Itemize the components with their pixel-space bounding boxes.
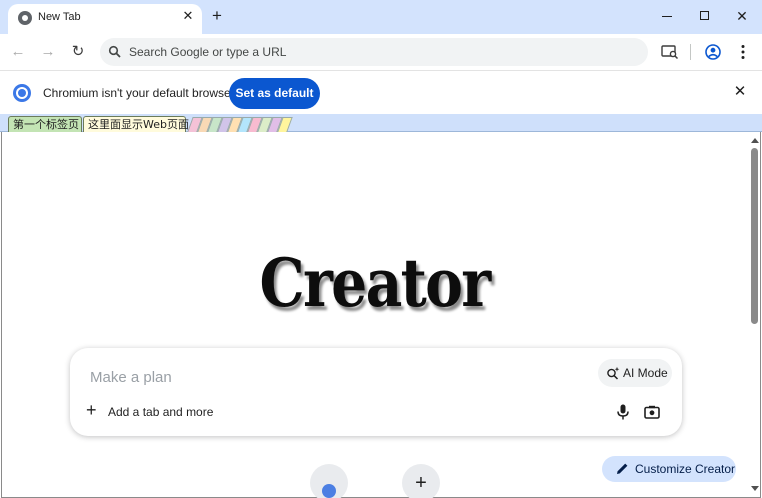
tab-new-tab[interactable]: New Tab ✕ <box>8 4 202 34</box>
toolbar-separator <box>690 44 691 60</box>
maximize-button[interactable] <box>692 5 718 27</box>
microphone-icon[interactable] <box>616 404 630 420</box>
profile-icon[interactable] <box>703 42 723 62</box>
forward-button[interactable]: → <box>38 42 58 62</box>
scrollbar[interactable] <box>748 132 761 498</box>
omnibox-placeholder: Search Google or type a URL <box>129 45 287 59</box>
minimize-button[interactable] <box>654 5 680 27</box>
pencil-icon <box>617 463 628 474</box>
shortcut-tile[interactable] <box>310 464 348 498</box>
customize-creator-button[interactable]: Customize Creator <box>602 456 736 482</box>
page-tab-strip: 第一个标签页 这里面显示Web页面 <box>0 114 762 132</box>
page-tab-web[interactable]: 这里面显示Web页面 <box>83 116 189 132</box>
minimize-icon <box>662 16 672 17</box>
ai-mode-label: AI Mode <box>623 366 668 380</box>
add-icon[interactable]: + <box>86 401 100 419</box>
tab-close-icon[interactable]: ✕ <box>180 8 196 24</box>
shortcut-favicon-icon <box>322 484 336 498</box>
set-as-default-button[interactable]: Set as default <box>229 78 320 109</box>
chrome-favicon-icon <box>18 11 32 25</box>
infobar-message: Chromium isn't your default browser <box>43 86 235 100</box>
search-icon <box>108 45 121 58</box>
omnibox[interactable]: Search Google or type a URL <box>100 38 648 66</box>
customize-label: Customize Creator <box>635 462 736 476</box>
add-shortcut-button[interactable]: + <box>402 464 440 498</box>
page-tab-first[interactable]: 第一个标签页 <box>8 116 82 132</box>
search-placeholder: Make a plan <box>90 369 172 386</box>
cast-search-icon[interactable] <box>660 42 680 62</box>
maximize-icon <box>700 11 709 20</box>
ntp-search-box[interactable]: Make a plan AI Mode + Add a tab and more <box>70 348 682 436</box>
back-button[interactable]: ← <box>8 42 28 62</box>
creator-logo: Creator <box>259 244 492 322</box>
tab-strip: New Tab ✕ + ✕ <box>0 0 762 34</box>
scroll-up-arrow-icon[interactable] <box>751 138 759 143</box>
default-browser-infobar: Chromium isn't your default browser Set … <box>0 70 762 114</box>
infobar-close-icon[interactable]: ✕ <box>731 83 749 101</box>
chromium-icon <box>13 84 31 102</box>
scrollbar-thumb[interactable] <box>751 148 758 324</box>
new-tab-page: Creator Make a plan AI Mode + Add a tab … <box>1 132 761 498</box>
window-close-button[interactable]: ✕ <box>729 5 755 27</box>
scroll-down-arrow-icon[interactable] <box>751 486 759 491</box>
add-tab-label[interactable]: Add a tab and more <box>108 405 213 419</box>
camera-lens-icon[interactable] <box>644 405 660 419</box>
ai-mode-button[interactable]: AI Mode <box>598 359 672 387</box>
ai-search-sparkle-icon <box>607 366 620 380</box>
menu-kebab-icon[interactable] <box>733 42 753 62</box>
tab-title: New Tab <box>38 11 81 23</box>
toolbar: ← → ↻ Search Google or type a URL <box>0 34 762 70</box>
reload-button[interactable]: ↻ <box>68 42 88 62</box>
new-tab-button[interactable]: + <box>207 6 227 26</box>
